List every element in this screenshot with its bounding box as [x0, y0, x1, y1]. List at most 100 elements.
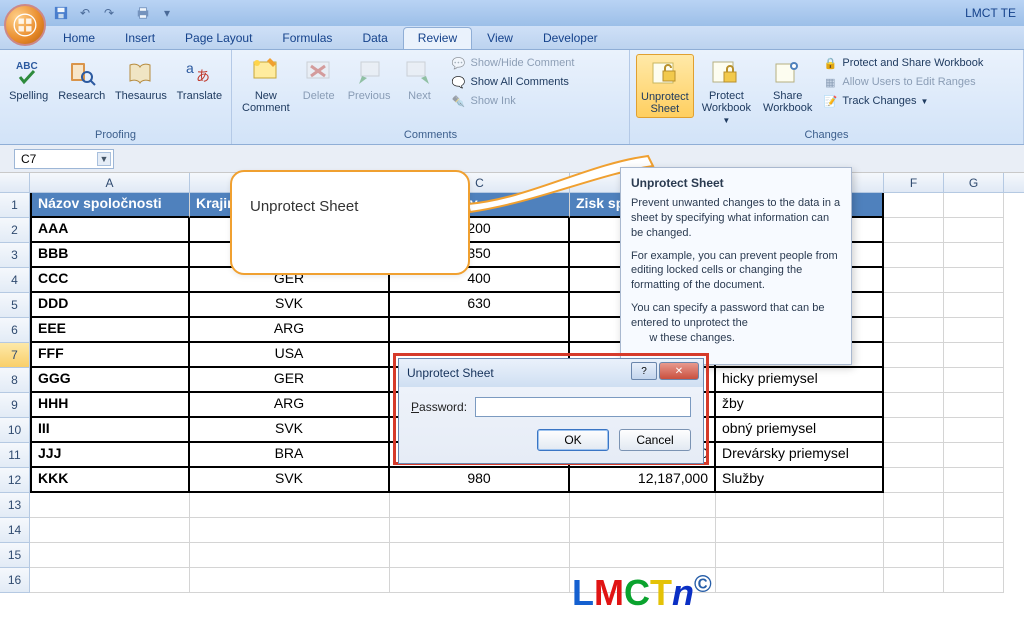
track-changes-button[interactable]: 📝Track Changes ▼	[820, 92, 985, 110]
protect-share-workbook-button[interactable]: 🔒Protect and Share Workbook	[820, 54, 985, 72]
ribbon-group-changes: Unprotect Sheet Protect Workbook▼ Share …	[630, 50, 1024, 144]
unprotect-sheet-button[interactable]: Unprotect Sheet	[636, 54, 694, 118]
quick-access-toolbar: ↶ ↷ ▾	[52, 4, 176, 22]
row-header-15[interactable]: 15	[0, 543, 30, 568]
tab-data[interactable]: Data	[347, 27, 402, 49]
row-header-10[interactable]: 10	[0, 418, 30, 443]
next-icon	[403, 56, 435, 88]
redo-icon[interactable]: ↷	[100, 4, 118, 22]
show-hide-comment-button: 💬Show/Hide Comment	[448, 54, 576, 72]
abc-check-icon: ABC	[13, 56, 45, 88]
ribbon-tabs: Home Insert Page Layout Formulas Data Re…	[0, 26, 1024, 50]
dialog-titlebar[interactable]: Unprotect Sheet ? ✕	[399, 359, 703, 387]
row-header-12[interactable]: 12	[0, 468, 30, 493]
undo-icon[interactable]: ↶	[76, 4, 94, 22]
tooltip-title: Unprotect Sheet	[631, 176, 841, 190]
unprotect-sheet-dialog: Unprotect Sheet ? ✕ Password: OK Cancel	[398, 358, 704, 464]
row-header-14[interactable]: 14	[0, 518, 30, 543]
col-header-A[interactable]: A	[30, 173, 190, 192]
callout-bubble: Unprotect Sheet	[230, 170, 470, 275]
dialog-help-button[interactable]: ?	[631, 362, 657, 380]
share-workbook-icon	[772, 56, 804, 88]
grid-lock-icon: ▦	[822, 74, 838, 90]
row-header-13[interactable]: 13	[0, 493, 30, 518]
print-icon[interactable]	[134, 4, 152, 22]
delete-comment-button: Delete	[298, 54, 340, 104]
row-header-4[interactable]: 4	[0, 268, 30, 293]
row-header-3[interactable]: 3	[0, 243, 30, 268]
name-box-dropdown-icon[interactable]: ▼	[97, 152, 111, 166]
next-comment-button: Next	[398, 54, 440, 104]
allow-edit-ranges-button: ▦Allow Users to Edit Ranges	[820, 73, 985, 91]
tab-view[interactable]: View	[472, 27, 528, 49]
cancel-button[interactable]: Cancel	[619, 429, 691, 451]
delete-comment-icon	[303, 56, 335, 88]
super-tooltip: Unprotect Sheet Prevent unwanted changes…	[620, 167, 852, 365]
spelling-button[interactable]: ABCSpelling	[6, 54, 51, 104]
tab-developer[interactable]: Developer	[528, 27, 613, 49]
comments-sm-icon: 🗨️	[450, 74, 466, 90]
ribbon: ABCSpelling Research Thesaurus aあTransla…	[0, 50, 1024, 145]
book-magnifier-icon	[66, 56, 98, 88]
row-header-2[interactable]: 2	[0, 218, 30, 243]
translate-icon: aあ	[183, 56, 215, 88]
callout-text: Unprotect Sheet	[250, 198, 358, 215]
new-comment-icon	[250, 56, 282, 88]
group-title-comments: Comments	[232, 128, 629, 144]
research-button[interactable]: Research	[55, 54, 108, 104]
show-ink-button: ✒️Show Ink	[448, 92, 576, 110]
tab-page-layout[interactable]: Page Layout	[170, 27, 267, 49]
col-header-G[interactable]: G	[944, 173, 1004, 192]
protect-workbook-icon	[710, 56, 742, 88]
password-label: Password:	[411, 400, 467, 414]
new-comment-button[interactable]: New Comment	[238, 54, 294, 116]
tab-review[interactable]: Review	[403, 27, 472, 49]
svg-text:ABC: ABC	[16, 61, 38, 72]
ok-button[interactable]: OK	[537, 429, 609, 451]
svg-text:a: a	[186, 60, 194, 76]
row-header-8[interactable]: 8	[0, 368, 30, 393]
row-header-1[interactable]: 1	[0, 193, 30, 218]
qat-dropdown-icon[interactable]: ▾	[158, 4, 176, 22]
previous-icon	[353, 56, 385, 88]
open-book-icon	[125, 56, 157, 88]
row-header-9[interactable]: 9	[0, 393, 30, 418]
protect-workbook-button[interactable]: Protect Workbook▼	[698, 54, 755, 127]
save-icon[interactable]	[52, 4, 70, 22]
translate-button[interactable]: aあTranslate	[174, 54, 225, 104]
group-title-changes: Changes	[630, 128, 1023, 144]
dialog-title-text: Unprotect Sheet	[407, 366, 494, 380]
row-header-6[interactable]: 6	[0, 318, 30, 343]
app-title: LMCT TE	[965, 6, 1016, 20]
dialog-close-button[interactable]: ✕	[659, 362, 699, 380]
office-button[interactable]	[4, 4, 46, 46]
row-header-7[interactable]: 7	[0, 343, 30, 368]
unprotect-sheet-icon	[649, 57, 681, 89]
comment-sm-icon: 💬	[450, 55, 466, 71]
name-box[interactable]: C7 ▼	[14, 149, 114, 169]
lock-share-icon: 🔒	[822, 55, 838, 71]
password-input[interactable]	[475, 397, 691, 417]
row-header-16[interactable]: 16	[0, 568, 30, 593]
title-bar: ↶ ↷ ▾ LMCT TE	[0, 0, 1024, 26]
ribbon-group-proofing: ABCSpelling Research Thesaurus aあTransla…	[0, 50, 232, 144]
formula-bar-row: C7 ▼	[0, 145, 1024, 173]
previous-comment-button: Previous	[344, 54, 395, 104]
track-changes-icon: 📝	[822, 93, 838, 109]
thesaurus-button[interactable]: Thesaurus	[112, 54, 170, 104]
select-all-corner[interactable]	[0, 173, 30, 192]
tab-insert[interactable]: Insert	[110, 27, 170, 49]
row-header-5[interactable]: 5	[0, 293, 30, 318]
show-all-comments-button[interactable]: 🗨️Show All Comments	[448, 73, 576, 91]
tab-formulas[interactable]: Formulas	[267, 27, 347, 49]
tab-home[interactable]: Home	[48, 27, 110, 49]
column-headers: ABCDEFG	[0, 173, 1024, 193]
share-workbook-button[interactable]: Share Workbook	[759, 54, 816, 116]
ink-sm-icon: ✒️	[450, 93, 466, 109]
group-title-proofing: Proofing	[0, 128, 231, 144]
row-headers: 12345678910111213141516	[0, 193, 30, 593]
col-header-F[interactable]: F	[884, 173, 944, 192]
svg-text:あ: あ	[196, 68, 210, 84]
row-header-11[interactable]: 11	[0, 443, 30, 468]
watermark-logo: LMCTn©	[572, 571, 712, 614]
